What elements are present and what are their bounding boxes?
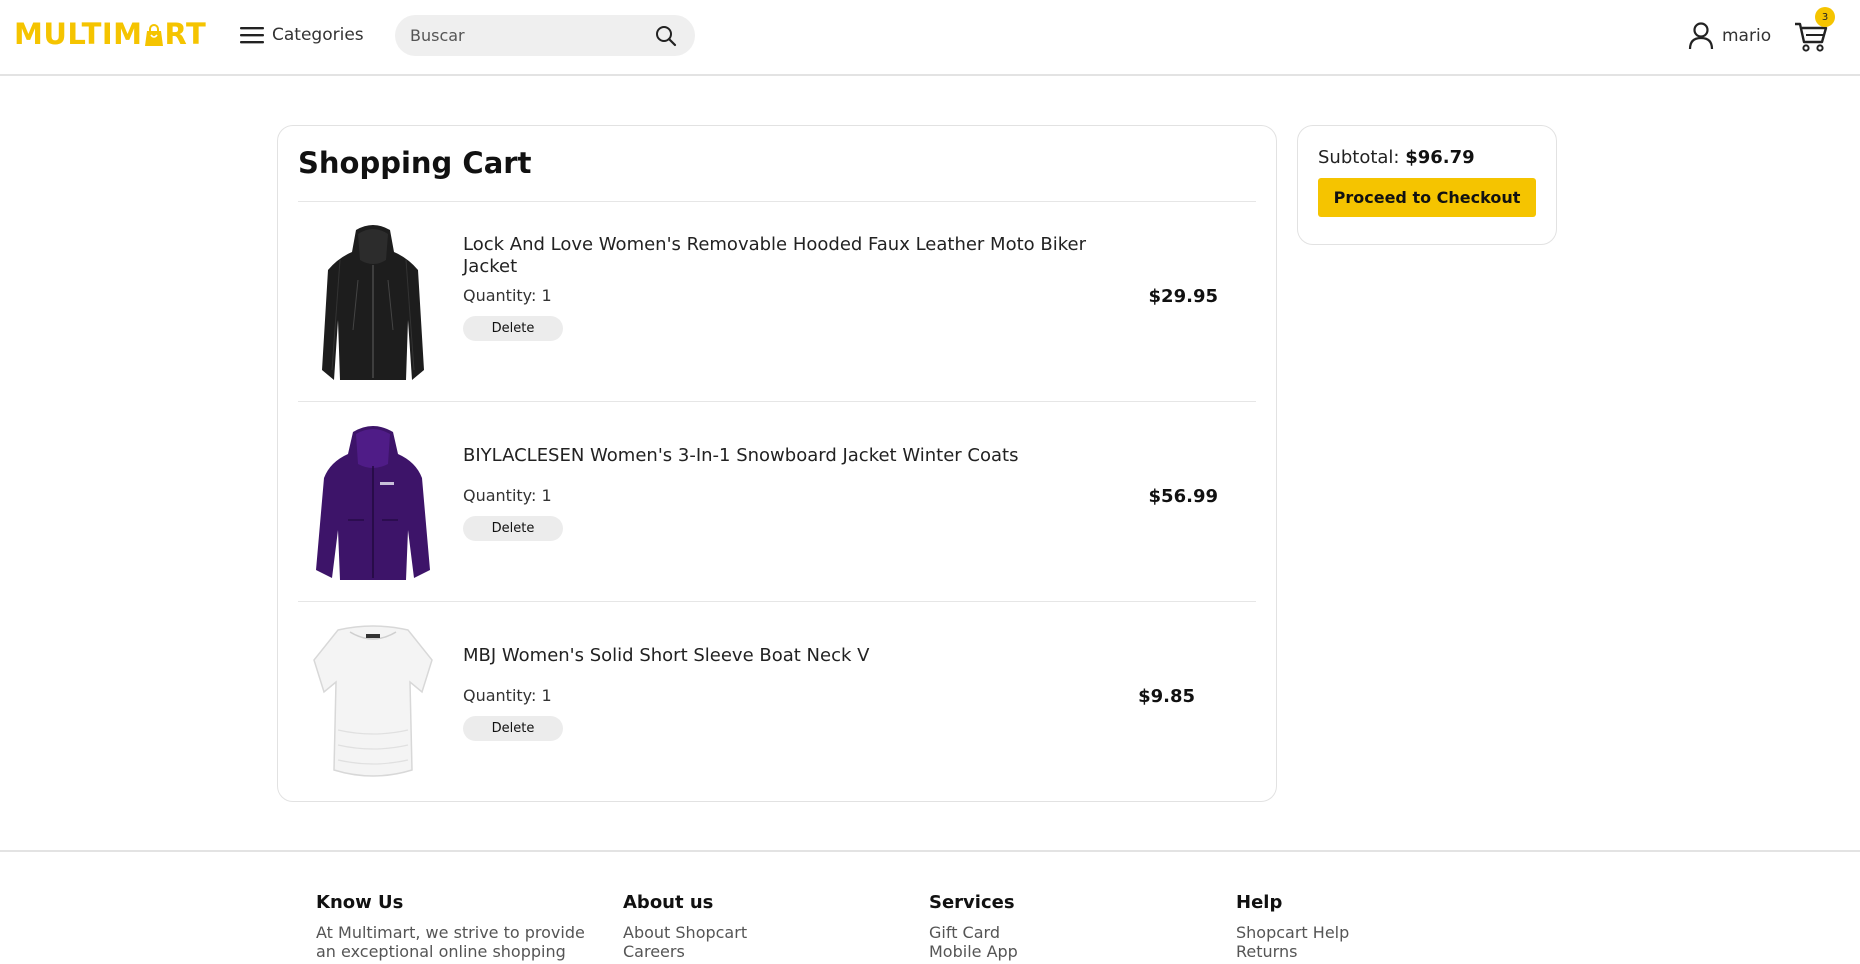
item-title[interactable]: MBJ Women's Solid Short Sleeve Boat Neck… [463, 645, 1113, 667]
footer-heading: Help [1236, 892, 1283, 913]
site-footer: Know Us At Multimart, we strive to provi… [0, 850, 1860, 964]
footer-column-about-us: About us About Shopcart Careers [623, 892, 903, 961]
top-header: MULTIM RT Categories mario [0, 0, 1860, 76]
footer-column-know-us: Know Us At Multimart, we strive to provi… [316, 892, 596, 961]
cart-count-badge: 3 [1815, 7, 1835, 27]
shopping-bag-icon [144, 24, 163, 46]
item-title[interactable]: BIYLACLESEN Women's 3-In-1 Snowboard Jac… [463, 445, 1113, 467]
multimart-logo[interactable]: MULTIM RT [14, 14, 206, 54]
user-name: mario [1722, 26, 1772, 46]
hamburger-menu-icon [240, 27, 264, 44]
logo-text-start: MULTIM [14, 17, 143, 51]
user-icon [1688, 22, 1714, 50]
cart-item: BIYLACLESEN Women's 3-In-1 Snowboard Jac… [298, 402, 1256, 602]
cart-item: Lock And Love Women's Removable Hooded F… [298, 202, 1256, 402]
cart-item: MBJ Women's Solid Short Sleeve Boat Neck… [298, 602, 1256, 802]
white-boat-neck-top-image[interactable] [308, 620, 438, 785]
item-price: $56.99 [1148, 486, 1218, 507]
item-quantity: Quantity: 1 [463, 286, 552, 305]
user-account-button[interactable]: mario [1688, 20, 1771, 52]
search-icon[interactable] [655, 25, 677, 47]
footer-heading: Services [929, 892, 1015, 913]
shopping-cart-panel: Shopping Cart Lock And Love Women's Remo… [277, 125, 1277, 802]
cart-title: Shopping Cart [298, 146, 532, 180]
black-leather-jacket-image[interactable] [308, 220, 438, 385]
subtotal-line: Subtotal: $96.79 [1318, 147, 1475, 168]
subtotal-value: $96.79 [1405, 147, 1475, 168]
footer-link-shopcart-help[interactable]: Shopcart Help [1236, 923, 1516, 942]
logo-text-end: RT [164, 17, 207, 51]
delete-button[interactable]: Delete [463, 316, 563, 341]
footer-link-gift-card[interactable]: Gift Card [929, 923, 1209, 942]
categories-label: Categories [272, 25, 364, 45]
item-price: $29.95 [1148, 286, 1218, 307]
order-summary-panel: Subtotal: $96.79 Proceed to Checkout [1297, 125, 1557, 245]
footer-column-help: Help Shopcart Help Returns [1236, 892, 1516, 961]
proceed-to-checkout-button[interactable]: Proceed to Checkout [1318, 178, 1536, 217]
delete-button[interactable]: Delete [463, 716, 563, 741]
item-title[interactable]: Lock And Love Women's Removable Hooded F… [463, 234, 1113, 278]
search-input[interactable] [410, 15, 650, 56]
footer-text: an exceptional online shopping [316, 942, 566, 961]
item-quantity: Quantity: 1 [463, 686, 552, 705]
footer-link-returns[interactable]: Returns [1236, 942, 1516, 961]
footer-link-about-shopcart[interactable]: About Shopcart [623, 923, 903, 942]
purple-snowboard-jacket-image[interactable] [308, 420, 438, 585]
footer-column-services: Services Gift Card Mobile App [929, 892, 1209, 961]
subtotal-label: Subtotal: [1318, 147, 1400, 168]
delete-button[interactable]: Delete [463, 516, 563, 541]
item-price: $9.85 [1138, 686, 1195, 707]
footer-heading: Know Us [316, 892, 404, 913]
footer-text: At Multimart, we strive to provide [316, 923, 585, 942]
categories-menu-button[interactable]: Categories [240, 20, 364, 50]
search-bar [395, 15, 695, 56]
footer-heading: About us [623, 892, 714, 913]
footer-link-mobile-app[interactable]: Mobile App [929, 942, 1209, 961]
item-quantity: Quantity: 1 [463, 486, 552, 505]
footer-link-careers[interactable]: Careers [623, 942, 903, 961]
